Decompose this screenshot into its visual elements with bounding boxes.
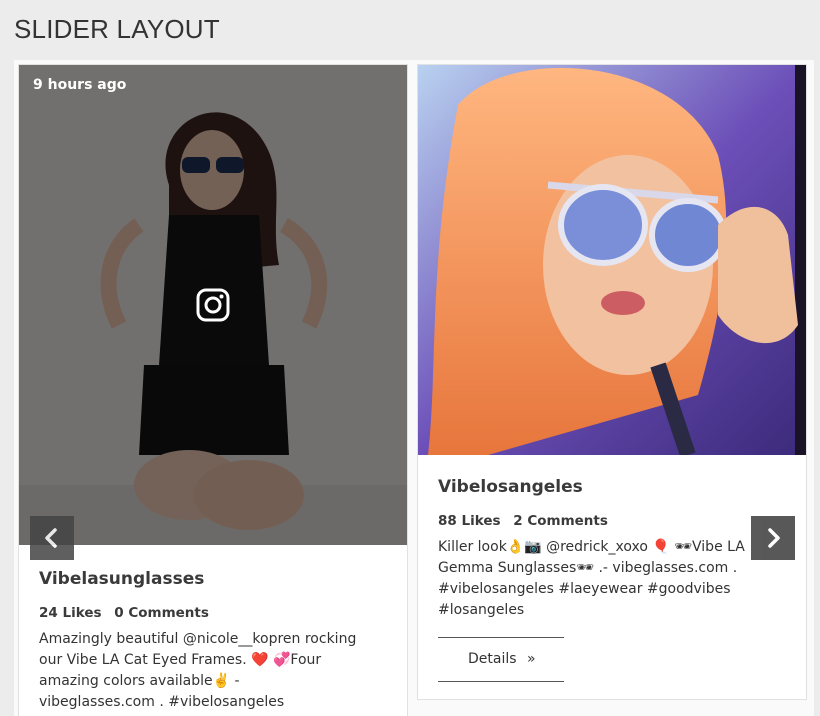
details-button[interactable]: Details » [438,637,564,682]
post-image[interactable]: 9 hours ago [19,65,407,545]
comments-count: 0 Comments [114,605,209,621]
card-content: Vibelasunglasses 24 Likes 0 Comments Ama… [19,545,407,716]
details-label: Details [468,651,517,667]
post-image[interactable] [418,65,806,455]
slide-card[interactable]: Vibelosangeles 88 Likes 2 Comments Kille… [417,64,807,700]
chevron-left-icon [45,528,57,548]
post-caption: Amazingly beautiful @nicole__kopren rock… [39,631,357,716]
slider-prev-button[interactable] [30,516,74,560]
page: SLIDER LAYOUT 9 hours ago Vibelasunglass… [0,0,820,716]
post-stats: 24 Likes 0 Comments [39,605,387,621]
slider: 9 hours ago Vibelasunglasses 24 Likes 0 … [14,60,814,716]
username[interactable]: Vibelasunglasses [39,569,387,589]
post-time: 9 hours ago [33,77,127,93]
post-caption: Killer look👌📷 @redrick_xoxo 🎈 🕶Vibe LA G… [438,539,745,618]
slide-card[interactable]: 9 hours ago Vibelasunglasses 24 Likes 0 … [18,64,408,716]
likes-count: 88 Likes [438,513,501,529]
post-photo [418,65,806,455]
instagram-icon[interactable] [196,288,230,322]
slider-next-button[interactable] [751,516,795,560]
post-stats: 88 Likes 2 Comments [438,513,786,529]
username[interactable]: Vibelosangeles [438,477,786,497]
comments-count: 2 Comments [513,513,608,529]
likes-count: 24 Likes [39,605,102,621]
page-title: SLIDER LAYOUT [14,14,220,44]
double-chevron-right-icon: » [527,651,536,667]
chevron-right-icon [768,528,780,548]
card-content: Vibelosangeles 88 Likes 2 Comments Kille… [418,455,806,682]
